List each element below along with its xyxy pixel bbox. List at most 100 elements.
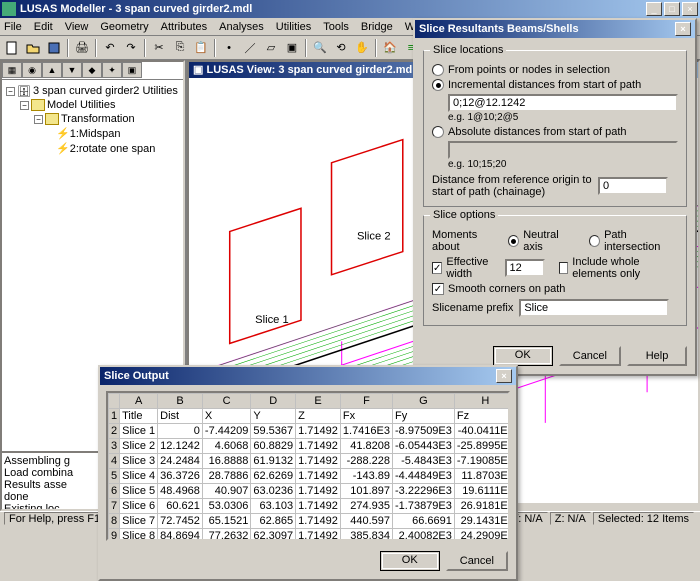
cut-icon[interactable]: ✂ <box>149 38 169 58</box>
ok-button[interactable]: OK <box>493 346 553 366</box>
tree-t1[interactable]: ⚡1:Midspan <box>6 126 179 141</box>
slice-output-dialog: Slice Output × ABCDEFGHIJK1TitleDistXYZF… <box>98 365 518 581</box>
col-header[interactable]: C <box>202 394 250 409</box>
radio-path-intersection[interactable] <box>589 235 600 247</box>
check-whole-elements[interactable] <box>559 262 569 274</box>
new-icon[interactable] <box>2 38 22 58</box>
tree-tab-4[interactable]: ▼ <box>62 62 82 78</box>
svg-text:Slice 1: Slice 1 <box>255 314 289 326</box>
maximize-button[interactable]: □ <box>664 2 680 16</box>
radio-absolute[interactable] <box>432 126 444 138</box>
close-button[interactable]: × <box>682 2 698 16</box>
status-coord: Z: N/A <box>550 512 591 525</box>
dialog-close-button[interactable]: × <box>496 369 512 383</box>
lusas-icon: ▣ <box>193 64 203 76</box>
svg-text:Slice 2: Slice 2 <box>357 231 391 243</box>
table-row[interactable]: 8Slice 772.745265.152162.8651.71492440.5… <box>109 514 511 529</box>
table-row[interactable]: 4Slice 324.248416.888861.91321.71492-288… <box>109 454 511 469</box>
cancel-button[interactable]: Cancel <box>559 346 621 366</box>
msg-line: Load combina <box>4 467 96 479</box>
redo-icon[interactable]: ↷ <box>121 38 141 58</box>
tree-tab-3[interactable]: ▲ <box>42 62 62 78</box>
slicename-prefix-input[interactable] <box>519 299 669 317</box>
menu-bridge[interactable]: Bridge <box>361 21 393 33</box>
header-cell[interactable]: Fy <box>393 409 455 424</box>
copy-icon[interactable]: ⎘ <box>170 38 190 58</box>
menu-geometry[interactable]: Geometry <box>100 21 148 33</box>
incremental-input[interactable] <box>448 94 678 112</box>
menu-view[interactable]: View <box>65 21 89 33</box>
minimize-button[interactable]: _ <box>646 2 662 16</box>
tree-transformation[interactable]: −Transformation <box>6 112 179 126</box>
header-cell[interactable]: Y <box>251 409 296 424</box>
tree-model-utils[interactable]: −Model Utilities <box>6 98 179 112</box>
tree-tab-1[interactable]: ▦ <box>2 62 22 78</box>
effective-width-input[interactable] <box>505 259 545 277</box>
col-header[interactable]: D <box>251 394 296 409</box>
absolute-input <box>448 141 678 159</box>
header-cell[interactable]: X <box>202 409 250 424</box>
tree-tab-6[interactable]: ✦ <box>102 62 122 78</box>
table-row[interactable]: 6Slice 548.496840.90763.02361.71492101.8… <box>109 484 511 499</box>
header-cell[interactable]: Dist <box>158 409 203 424</box>
check-effective-width[interactable] <box>432 262 442 274</box>
chainage-input[interactable] <box>598 177 668 195</box>
col-header[interactable]: F <box>340 394 392 409</box>
undo-icon[interactable]: ↶ <box>100 38 120 58</box>
col-header[interactable]: H <box>454 394 510 409</box>
output-grid[interactable]: ABCDEFGHIJK1TitleDistXYZFxFyFzMxMyMz2Sli… <box>106 391 510 541</box>
pan-icon[interactable]: ✋ <box>352 38 372 58</box>
table-row[interactable]: 3Slice 212.12424.606860.88291.7149241.82… <box>109 439 511 454</box>
col-header[interactable]: G <box>393 394 455 409</box>
table-row[interactable]: 5Slice 436.372628.788662.62691.71492-143… <box>109 469 511 484</box>
tree-tab-2[interactable]: ◉ <box>22 62 42 78</box>
col-header[interactable]: A <box>120 394 158 409</box>
menu-analyses[interactable]: Analyses <box>219 21 264 33</box>
zoom-icon[interactable]: 🔍 <box>310 38 330 58</box>
tree-root[interactable]: −🗄3 span curved girder2 Utilities <box>6 84 179 98</box>
table-row[interactable]: 2Slice 10-7.4420959.53671.714921.7416E3-… <box>109 424 511 439</box>
header-cell[interactable]: Fx <box>340 409 392 424</box>
table-row[interactable]: 7Slice 660.62153.030663.1031.71492274.93… <box>109 499 511 514</box>
volume-icon[interactable]: ▣ <box>282 38 302 58</box>
menu-file[interactable]: File <box>4 21 22 33</box>
save-icon[interactable] <box>44 38 64 58</box>
col-header[interactable] <box>109 394 120 409</box>
table-row[interactable]: 9Slice 884.869477.263262.30971.71492385.… <box>109 529 511 542</box>
header-cell[interactable]: 1 <box>109 409 120 424</box>
menu-utilities[interactable]: Utilities <box>276 21 311 33</box>
col-header[interactable]: E <box>296 394 341 409</box>
tree-t2[interactable]: ⚡2:rotate one span <box>6 141 179 156</box>
home-icon[interactable]: 🏠 <box>380 38 400 58</box>
surface-icon[interactable]: ▱ <box>261 38 281 58</box>
dialog-titlebar[interactable]: Slice Output × <box>100 367 516 385</box>
line-icon[interactable]: ／ <box>240 38 260 58</box>
message-panel: Assembling g Load combina Results asse d… <box>0 451 100 511</box>
col-header[interactable]: B <box>158 394 203 409</box>
slice-locations-group: Slice locations From points or nodes in … <box>423 50 687 207</box>
menu-edit[interactable]: Edit <box>34 21 53 33</box>
check-smooth-corners[interactable] <box>432 283 444 295</box>
radio-incremental[interactable] <box>432 79 444 91</box>
menu-tools[interactable]: Tools <box>323 21 349 33</box>
ok-button[interactable]: OK <box>380 551 440 571</box>
cancel-button[interactable]: Cancel <box>446 551 508 571</box>
slice-options-group: Slice options Moments about Neutral axis… <box>423 215 687 326</box>
header-cell[interactable]: Z <box>296 409 341 424</box>
radio-from-points[interactable] <box>432 64 444 76</box>
rotate-icon[interactable]: ⟲ <box>331 38 351 58</box>
point-icon[interactable]: • <box>219 38 239 58</box>
app-title: LUSAS Modeller - 3 span curved girder2.m… <box>20 3 646 15</box>
print-icon[interactable]: 🖨 <box>72 38 92 58</box>
paste-icon[interactable]: 📋 <box>191 38 211 58</box>
radio-neutral-axis[interactable] <box>508 235 519 247</box>
header-cell[interactable]: Title <box>120 409 158 424</box>
tree-tab-5[interactable]: ◆ <box>82 62 102 78</box>
dialog-titlebar[interactable]: Slice Resultants Beams/Shells × <box>415 20 695 38</box>
open-icon[interactable] <box>23 38 43 58</box>
menu-attributes[interactable]: Attributes <box>161 21 207 33</box>
header-cell[interactable]: Fz <box>454 409 510 424</box>
help-button[interactable]: Help <box>627 346 687 366</box>
tree-tab-7[interactable]: ▣ <box>122 62 142 78</box>
dialog-close-button[interactable]: × <box>675 22 691 36</box>
